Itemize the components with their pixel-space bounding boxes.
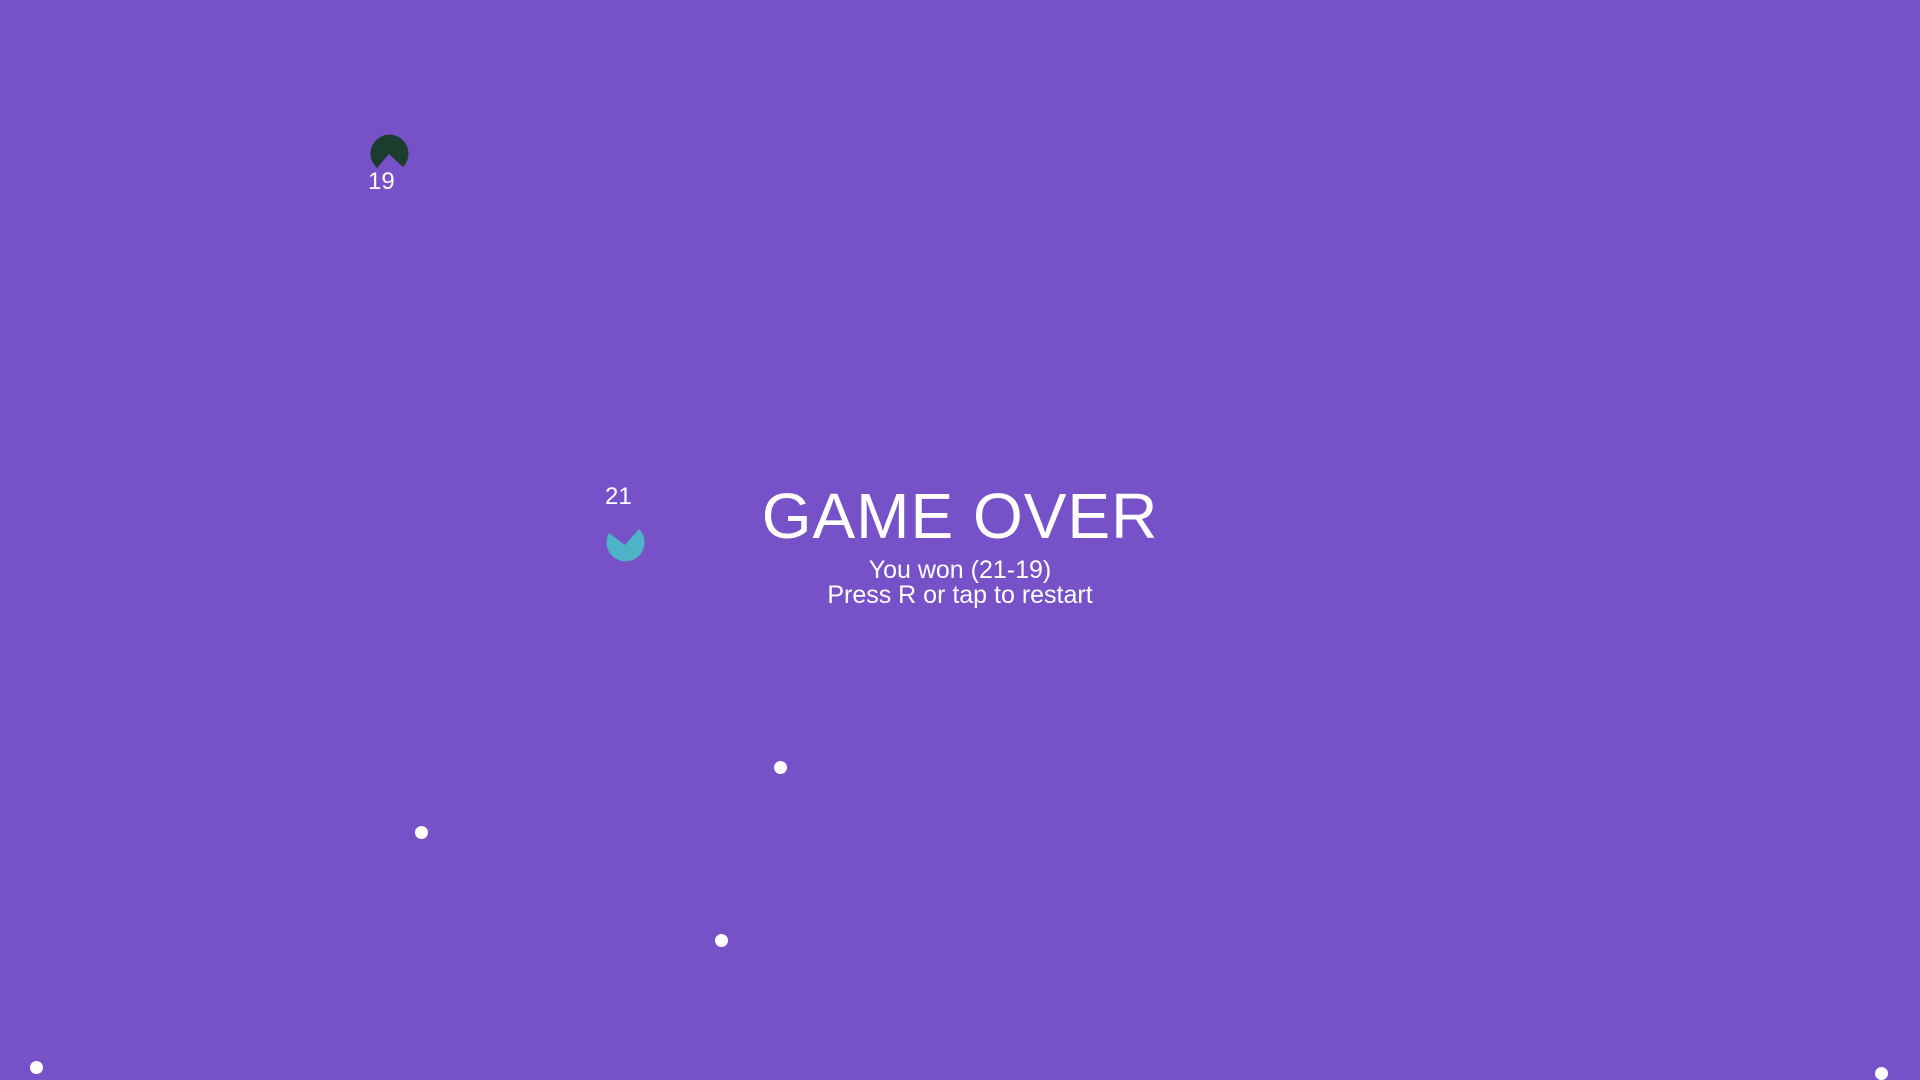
opponent-score: 19 [368,168,395,195]
pellet [715,934,728,947]
restart-hint: Press R or tap to restart [827,581,1093,609]
player-body [606,529,645,562]
opponent-body [370,134,409,168]
pellet [30,1061,43,1074]
player-character [605,525,645,565]
pellet [774,761,787,774]
pellet [1875,1067,1888,1080]
game-over-overlay[interactable]: GAME OVER You won (21-19) Press R or tap… [660,484,1260,608]
game-result-text: You won (21-19) [868,556,1052,584]
pellet [415,826,428,839]
game-over-title: GAME OVER [761,480,1159,552]
game-canvas[interactable]: 19 21 GAME OVER You won (21-19) Press R … [0,0,1920,1080]
player-score: 21 [605,483,632,510]
